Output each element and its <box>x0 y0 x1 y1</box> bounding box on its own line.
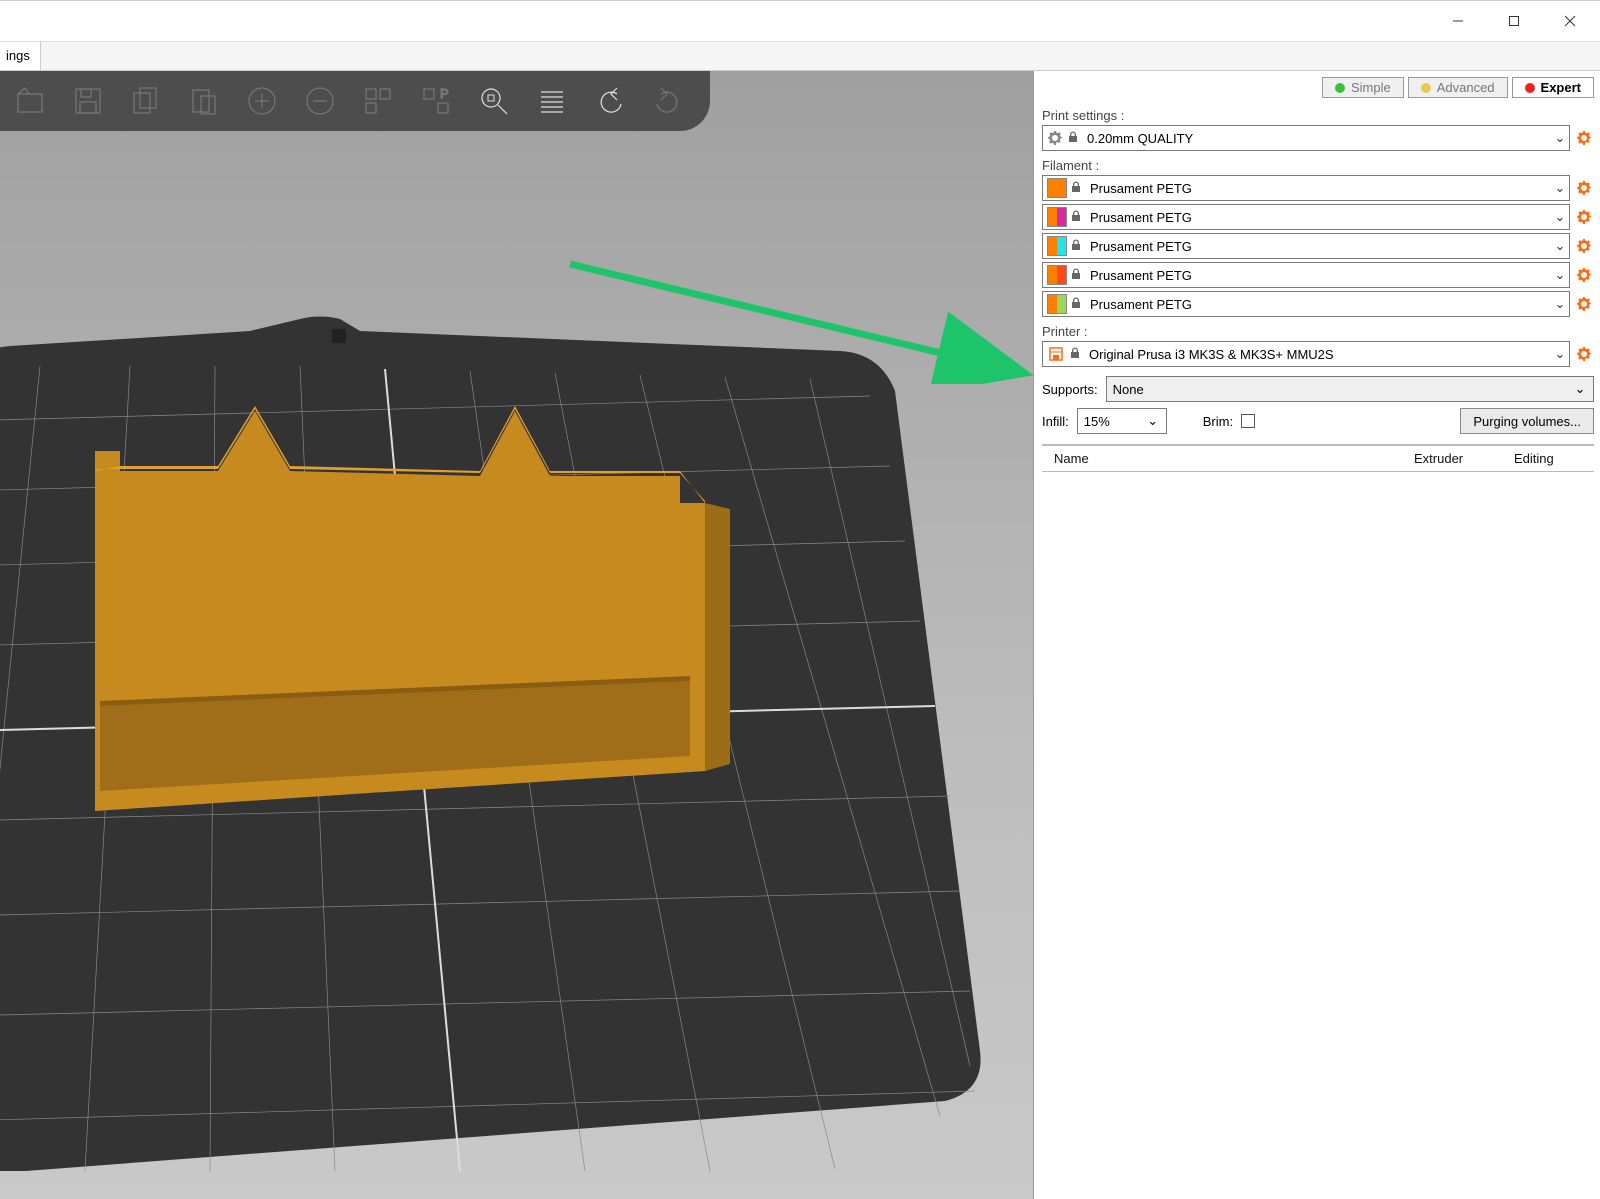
chevron-down-icon: ⌄ <box>1573 381 1587 397</box>
lock-icon <box>1067 131 1081 145</box>
chevron-down-icon: ⌄ <box>1551 238 1569 254</box>
filament-name: Prusament PETG <box>1090 210 1551 225</box>
lock-icon <box>1070 268 1084 282</box>
filament-select-3[interactable]: Prusament PETG ⌄ <box>1042 262 1570 288</box>
chevron-down-icon: ⌄ <box>1551 180 1569 196</box>
window-titlebar <box>0 1 1600 41</box>
chevron-down-icon: ⌄ <box>1551 130 1569 146</box>
printer-edit-button[interactable] <box>1574 344 1594 364</box>
print-bed <box>0 171 1034 1171</box>
chevron-down-icon: ⌄ <box>1551 346 1569 362</box>
filament-edit-button-2[interactable] <box>1574 236 1594 256</box>
copy-icon[interactable] <box>122 77 170 125</box>
mode-advanced[interactable]: Advanced <box>1408 77 1508 98</box>
mode-simple[interactable]: Simple <box>1322 77 1404 98</box>
label-filament: Filament : <box>1042 158 1594 173</box>
lock-icon <box>1070 239 1084 253</box>
brim-checkbox[interactable] <box>1241 414 1255 428</box>
settings-sidebar: Simple Advanced Expert Print settings : … <box>1034 71 1600 1199</box>
filament-select-4[interactable]: Prusament PETG ⌄ <box>1042 291 1570 317</box>
filament-select-1[interactable]: Prusament PETG ⌄ <box>1042 204 1570 230</box>
arrange-icon[interactable] <box>354 77 402 125</box>
label-print-settings: Print settings : <box>1042 108 1594 123</box>
arrange-selection-icon[interactable]: P <box>412 77 460 125</box>
3d-viewport[interactable]: P <box>0 71 1034 1199</box>
menu-item[interactable]: ings <box>0 42 41 70</box>
top-toolbar: P <box>0 71 710 131</box>
filament-name: Prusament PETG <box>1090 297 1551 312</box>
printer-select[interactable]: Original Prusa i3 MK3S & MK3S+ MMU2S ⌄ <box>1042 341 1570 367</box>
filament-select-2[interactable]: Prusament PETG ⌄ <box>1042 233 1570 259</box>
supports-value: None <box>1113 382 1144 397</box>
remove-instance-icon[interactable] <box>296 77 344 125</box>
add-instance-icon[interactable] <box>238 77 286 125</box>
filament-color-swatch <box>1047 236 1067 256</box>
supports-select[interactable]: None ⌄ <box>1106 376 1594 402</box>
chevron-down-icon: ⌄ <box>1551 296 1569 312</box>
filament-edit-button-4[interactable] <box>1574 294 1594 314</box>
lock-icon <box>1070 210 1084 224</box>
close-button[interactable] <box>1542 3 1598 39</box>
filament-color-swatch <box>1047 294 1067 314</box>
print-settings-edit-button[interactable] <box>1574 128 1594 148</box>
lock-icon <box>1070 297 1084 311</box>
filament-select-0[interactable]: Prusament PETG ⌄ <box>1042 175 1570 201</box>
paste-icon[interactable] <box>180 77 228 125</box>
filament-color-swatch <box>1047 207 1067 227</box>
chevron-down-icon: ⌄ <box>1551 267 1569 283</box>
filament-name: Prusament PETG <box>1090 268 1551 283</box>
filament-edit-button-0[interactable] <box>1574 178 1594 198</box>
object-table-header: Name Extruder Editing <box>1042 444 1594 472</box>
print-settings-value: 0.20mm QUALITY <box>1087 131 1551 146</box>
print-settings-select[interactable]: 0.20mm QUALITY ⌄ <box>1042 125 1570 151</box>
purging-volumes-button[interactable]: Purging volumes... <box>1460 408 1594 434</box>
search-icon[interactable] <box>470 77 518 125</box>
undo-icon[interactable] <box>586 77 634 125</box>
infill-value: 15% <box>1084 414 1110 429</box>
mode-expert[interactable]: Expert <box>1512 77 1594 98</box>
filament-color-swatch <box>1047 265 1067 285</box>
svg-text:P: P <box>440 86 449 101</box>
chevron-down-icon: ⌄ <box>1551 209 1569 225</box>
filament-color-swatch <box>1047 178 1067 198</box>
infill-select[interactable]: 15% ⌄ <box>1077 408 1167 434</box>
mode-tabs: Simple Advanced Expert <box>1042 77 1594 98</box>
label-printer: Printer : <box>1042 324 1594 339</box>
chevron-down-icon: ⌄ <box>1146 413 1160 429</box>
save-icon[interactable] <box>64 77 112 125</box>
lock-icon <box>1069 347 1083 361</box>
col-editing: Editing <box>1514 451 1594 466</box>
maximize-button[interactable] <box>1486 3 1542 39</box>
gear-icon <box>1047 130 1063 146</box>
filament-edit-button-3[interactable] <box>1574 265 1594 285</box>
menubar: ings <box>0 41 1600 71</box>
col-extruder: Extruder <box>1414 451 1514 466</box>
open-icon[interactable] <box>6 77 54 125</box>
label-supports: Supports: <box>1042 382 1098 397</box>
filament-name: Prusament PETG <box>1090 239 1551 254</box>
filament-edit-button-1[interactable] <box>1574 207 1594 227</box>
lock-icon <box>1070 181 1084 195</box>
printer-icon <box>1047 345 1065 363</box>
label-brim: Brim: <box>1203 414 1233 429</box>
filament-name: Prusament PETG <box>1090 181 1551 196</box>
minimize-button[interactable] <box>1430 3 1486 39</box>
redo-icon[interactable] <box>644 77 692 125</box>
col-name: Name <box>1042 451 1414 466</box>
variable-layer-icon[interactable] <box>528 77 576 125</box>
label-infill: Infill: <box>1042 414 1069 429</box>
printer-value: Original Prusa i3 MK3S & MK3S+ MMU2S <box>1089 347 1551 362</box>
